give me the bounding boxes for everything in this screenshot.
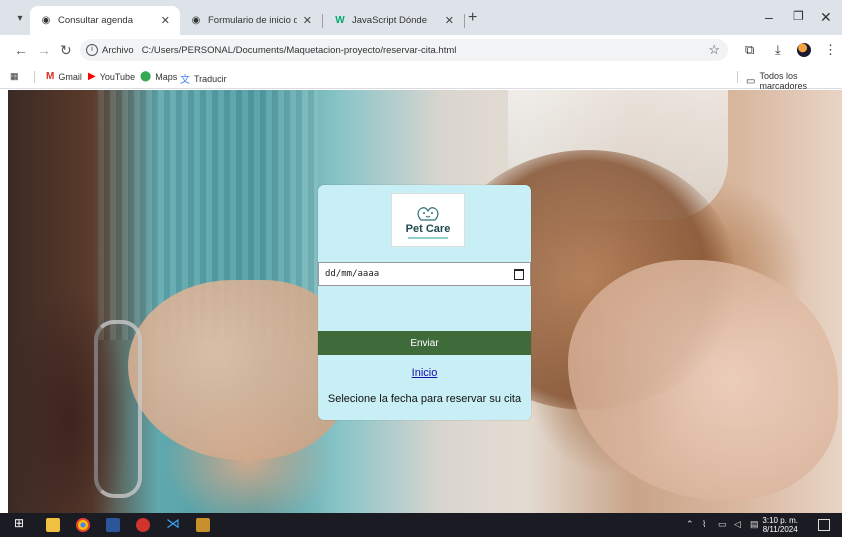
bookmark-traducir[interactable]: 文 Traducir (180, 71, 227, 87)
apps-grid-icon[interactable]: ▦ (10, 71, 19, 82)
notifications-icon[interactable] (818, 519, 830, 531)
folder-icon: ▭ (746, 75, 756, 87)
chevron-down-icon: ▾ (17, 12, 23, 24)
globe-icon: ◉ (41, 15, 51, 26)
appointment-card: Pet Care dd/mm/aaaa Enviar Inicio Seleci… (318, 185, 531, 420)
network-icon[interactable]: ⌇ (702, 519, 706, 530)
word-icon[interactable] (106, 518, 120, 532)
bookmark-star-icon[interactable]: ☆ (708, 42, 720, 58)
extensions-icon[interactable]: ⧉ (745, 42, 754, 58)
date-input[interactable]: dd/mm/aaaa (318, 262, 531, 286)
info-icon: i (86, 44, 98, 56)
app-red-icon[interactable] (136, 518, 150, 532)
pet-logo-icon (417, 206, 439, 221)
tab-consultar-agenda[interactable]: ◉ Consultar agenda ✕ (30, 6, 180, 35)
tab-javascript[interactable]: W JavaScript Dónde ✕ (324, 6, 464, 35)
close-icon[interactable]: ✕ (161, 14, 170, 27)
taskbar: ⊞ ⋊ ⌃ ⌇ ▭ ◁ ▤ 3:10 p. m. 8/11/2024 (0, 513, 842, 537)
all-bookmarks-button[interactable]: ▭ Todos los marcadores (746, 71, 842, 91)
maps-icon: ⬤ (140, 71, 152, 82)
bookmark-separator (737, 71, 738, 83)
instructions-text: Selecione la fecha para reservar su cita (327, 393, 522, 405)
chrome-icon[interactable] (76, 518, 90, 532)
chevron-up-icon[interactable]: ⌃ (686, 519, 694, 530)
bookmark-youtube[interactable]: ▶ YouTube (88, 71, 135, 82)
reload-icon[interactable]: ↻ (60, 42, 72, 59)
site-info-label: Archivo (102, 44, 134, 56)
bookmark-gmail[interactable]: M Gmail (46, 71, 82, 82)
close-icon[interactable]: ✕ (445, 14, 454, 27)
tab-title: JavaScript Dónde (352, 15, 427, 26)
windows-start-icon[interactable]: ⊞ (14, 516, 28, 530)
file-explorer-icon[interactable] (46, 518, 60, 532)
clock-time: 3:10 p. m. (762, 516, 798, 525)
logo-text: Pet Care (405, 222, 451, 235)
bookmark-label: Maps (155, 71, 178, 82)
globe-icon: ◉ (191, 15, 201, 26)
address-bar[interactable]: i Archivo C:/Users/PERSONAL/Documents/Ma… (80, 39, 728, 61)
tab-formulario[interactable]: ◉ Formulario de inicio de sesion ✕ (180, 6, 322, 35)
bookmark-separator (34, 71, 35, 83)
download-icon[interactable]: ⤓ (775, 42, 781, 58)
background-hand-left (128, 280, 348, 460)
background-bracelets (94, 320, 142, 498)
site-info-chip[interactable]: i Archivo (86, 44, 134, 56)
pet-care-logo: Pet Care (391, 193, 465, 247)
restore-icon[interactable]: ❐ (793, 9, 804, 23)
app-game-icon[interactable] (196, 518, 210, 532)
w3schools-icon: W (335, 15, 345, 26)
tab-bar: ▾ ◉ Consultar agenda ✕ ◉ Formulario de i… (0, 0, 842, 35)
keyboard-icon[interactable]: ▤ (750, 519, 759, 530)
bookmark-label: YouTube (99, 71, 136, 82)
volume-icon[interactable]: ◁ (734, 519, 741, 530)
profile-avatar[interactable] (797, 43, 811, 57)
page-background: Pet Care dd/mm/aaaa Enviar Inicio Seleci… (8, 90, 842, 513)
logo-underline (408, 236, 448, 239)
vscode-icon[interactable]: ⋊ (166, 515, 180, 531)
tab-title: Consultar agenda (58, 15, 133, 26)
tab-separator (464, 14, 465, 28)
submit-button[interactable]: Enviar (318, 331, 531, 355)
bookmark-maps[interactable]: ⬤ Maps (140, 71, 177, 82)
window-close-icon[interactable]: ✕ (820, 9, 832, 26)
tab-separator (322, 14, 323, 28)
back-arrow-icon[interactable]: ← (14, 42, 28, 58)
close-icon[interactable]: ✕ (303, 14, 312, 27)
battery-icon[interactable]: ▭ (718, 519, 727, 530)
translate-icon: 文 (180, 75, 190, 86)
calendar-icon[interactable] (514, 268, 524, 280)
date-placeholder: dd/mm/aaaa (325, 269, 380, 279)
tab-search-button[interactable]: ▾ (10, 8, 30, 28)
new-tab-button[interactable]: + (468, 9, 477, 27)
browser-toolbar: ← → ↻ i Archivo C:/Users/PERSONAL/Docume… (0, 35, 842, 65)
gmail-icon: M (46, 71, 55, 82)
all-bookmarks-label: Todos los marcadores (759, 71, 807, 91)
url-text: C:/Users/PERSONAL/Documents/Maquetacion-… (141, 44, 457, 56)
forward-arrow-icon[interactable]: → (37, 42, 51, 58)
bookmark-label: Gmail (58, 71, 82, 82)
home-link[interactable]: Inicio (318, 367, 531, 379)
tab-title: Formulario de inicio de sesion (208, 15, 297, 26)
clock[interactable]: 3:10 p. m. 8/11/2024 (762, 516, 798, 534)
youtube-icon: ▶ (88, 71, 96, 82)
background-hand-right (568, 260, 838, 500)
menu-dots-icon[interactable]: ⋮ (824, 42, 837, 58)
minimize-icon[interactable]: – (765, 9, 773, 25)
clock-date: 8/11/2024 (762, 525, 798, 534)
bookmark-label: Traducir (194, 73, 227, 84)
bookmarks-bar: ▦ M Gmail ▶ YouTube ⬤ Maps 文 Traducir ▭ … (0, 65, 842, 91)
